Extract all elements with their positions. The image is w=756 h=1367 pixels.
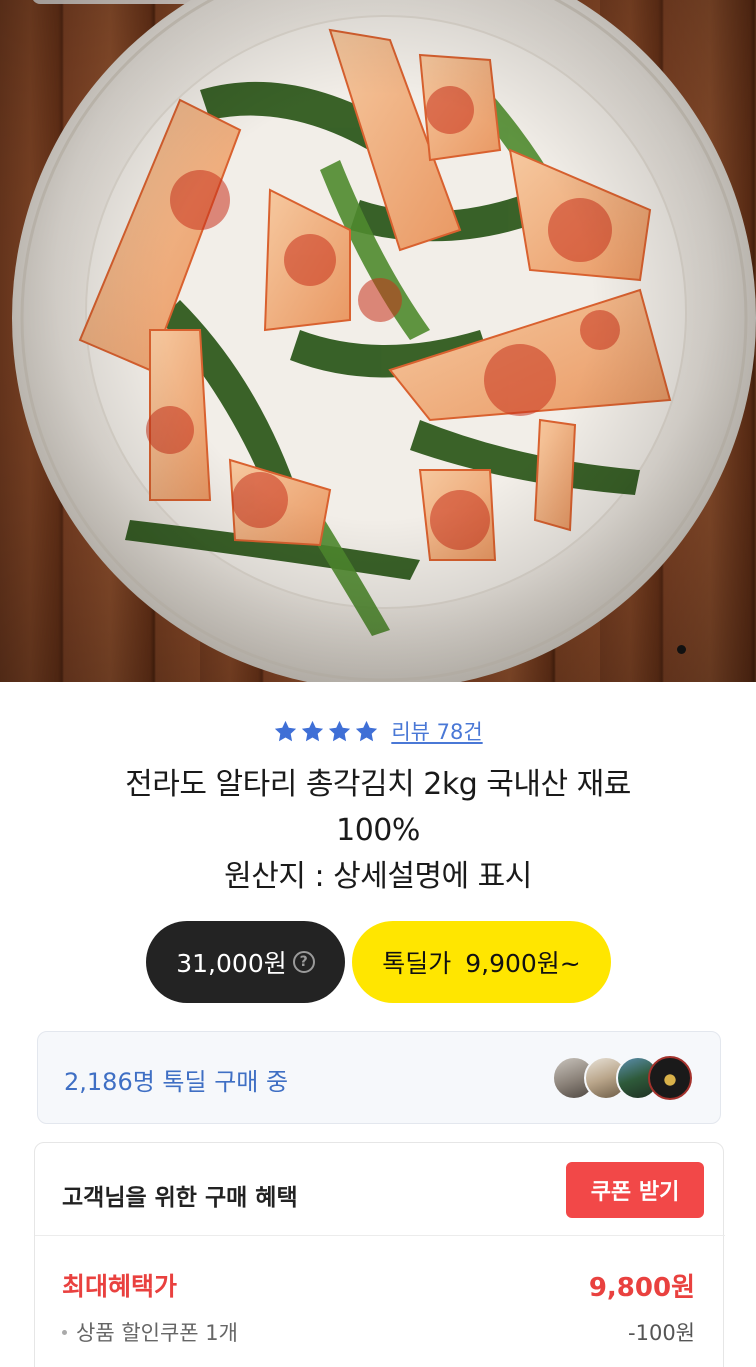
carousel-dot-indicator — [677, 645, 686, 654]
coupon-discount-value: -100원 — [628, 1321, 695, 1345]
divider — [35, 1235, 725, 1236]
bullet-icon — [62, 1329, 67, 1335]
product-image[interactable] — [0, 0, 756, 682]
original-price: 31,000원 — [176, 949, 287, 978]
deal-label: 톡딜가 — [382, 949, 452, 978]
star-icon — [275, 720, 297, 741]
product-title: 전라도 알타리 총각김치 2kg 국내산 재료 100% 원산지 : 상세설명에… — [60, 762, 696, 900]
review-count-link[interactable]: 리뷰 78건 — [391, 716, 482, 746]
benefits-title: 고객님을 위한 구매 혜택 — [62, 1185, 298, 1211]
buyers-count: 2,186명 톡딜 구매 중 — [64, 1068, 289, 1096]
benefit-row-label: 상품 할인쿠폰 1개 — [62, 1317, 238, 1347]
max-benefit-price: 9,800원 — [588, 1273, 695, 1303]
max-benefit-label: 최대혜택가 — [62, 1272, 178, 1301]
purchase-benefits-card: 고객님을 위한 구매 혜택 쿠폰 받기 최대혜택가 9,800원 상품 할인쿠폰… — [34, 1142, 725, 1367]
original-price-button[interactable]: 31,000원 ? — [146, 921, 345, 1003]
title-line: 100% — [336, 813, 420, 848]
question-circle-icon[interactable]: ? — [292, 951, 315, 973]
star-icon — [356, 720, 378, 741]
buyers-card[interactable]: 2,186명 톡딜 구매 중 — [37, 1031, 721, 1124]
deal-price: 9,900원~ — [465, 949, 581, 978]
get-coupon-button[interactable]: 쿠폰 받기 — [566, 1162, 704, 1218]
deal-price-button[interactable]: 톡딜가 9,900원~ — [352, 921, 611, 1003]
star-icon — [329, 720, 351, 741]
title-line: 전라도 알타리 총각김치 2kg 국내산 재료 — [125, 767, 631, 802]
avatar — [648, 1056, 692, 1100]
origin-info: 원산지 : 상세설명에 표시 — [224, 859, 532, 894]
star-icon — [302, 720, 324, 741]
star-rating — [273, 719, 379, 744]
rating-row: 리뷰 78건 — [0, 716, 756, 746]
coupon-discount-label: 상품 할인쿠폰 1개 — [76, 1321, 238, 1345]
image-vignette — [0, 0, 756, 682]
